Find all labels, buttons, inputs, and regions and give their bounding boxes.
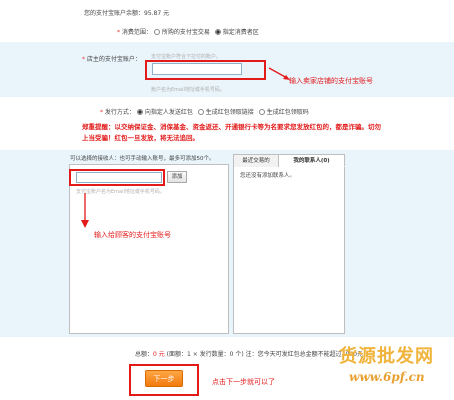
balance-row: 您的支付宝账户余额：95.87 元 bbox=[84, 8, 169, 17]
issue-radio-1[interactable] bbox=[197, 109, 204, 115]
total-detail: (面额：1 × 发行数量：0 个) bbox=[166, 351, 244, 358]
required-mark: * bbox=[100, 109, 103, 116]
issue-radio-0[interactable] bbox=[136, 109, 143, 115]
shop-account-annotation: 输入卖家店铺的支付宝账号 bbox=[289, 77, 373, 85]
shop-account-placeholder: 支付宝账户符合下拉付的账户。 bbox=[151, 54, 222, 60]
next-annotation: 点击下一步就可以了 bbox=[212, 378, 275, 386]
fraud-warning: 郑重提醒：以交纳保证金、消保基金、资金返还、开通银行卡等为名要求您发放红包的，都… bbox=[82, 123, 381, 142]
issue-option-2[interactable]: 生成红包领取码 bbox=[267, 109, 309, 116]
consume-radio-1[interactable] bbox=[214, 29, 221, 35]
recipient-annotation: 输入给顾客的支付宝账号 bbox=[94, 231, 171, 239]
recipient-highlight bbox=[69, 169, 165, 186]
arrow-down-icon bbox=[81, 193, 89, 228]
tab-recent[interactable]: 最近交易的 bbox=[234, 155, 279, 167]
issue-radio-2[interactable] bbox=[258, 109, 265, 115]
issue-method-row: * 发行方式： 向指定人发送红包 生成红包领取链接 生成红包领取码 bbox=[100, 107, 309, 116]
issue-option-0[interactable]: 向指定人发送红包 bbox=[145, 109, 193, 116]
watermark-url: www.6pf.cn bbox=[349, 370, 425, 384]
consume-range-row: * 消费范围： 所购的支付宝交易 指定消费者区 bbox=[117, 27, 259, 36]
consume-radio-0[interactable] bbox=[153, 29, 160, 35]
shop-account-hint: 账户名为Email地址或手机号码。 bbox=[151, 87, 225, 93]
arrow-icon bbox=[268, 67, 290, 80]
balance-value: 95.87 元 bbox=[144, 10, 170, 17]
consume-range-label: 消费范围： bbox=[121, 29, 152, 36]
contacts-panel: 最近交易的 我的联系人(0) 您还没有添加联系人。 bbox=[233, 154, 345, 334]
shop-account-highlight bbox=[145, 60, 266, 80]
balance-label: 您的支付宝账户余额： bbox=[84, 10, 145, 17]
contacts-empty-text: 您还没有添加联系人。 bbox=[240, 173, 296, 179]
total-row: 总额：0 元 (面额：1 × 发行数量：0 个) 注：您今天可发红包总金额不能超… bbox=[135, 349, 363, 358]
watermark-title: 货源批发网 bbox=[339, 346, 434, 367]
total-label: 总额： bbox=[135, 351, 154, 358]
shop-account-label-row: * 店主的支付宝账户： bbox=[82, 54, 141, 63]
consume-option-1[interactable]: 指定消费者区 bbox=[223, 29, 259, 36]
required-mark: * bbox=[82, 56, 85, 63]
consume-option-0[interactable]: 所购的支付宝交易 bbox=[162, 29, 210, 36]
issue-method-label: 发行方式： bbox=[104, 109, 135, 116]
next-button[interactable]: 下一步 bbox=[145, 370, 183, 387]
tab-my-contacts[interactable]: 我的联系人(0) bbox=[279, 155, 345, 167]
total-amount: 0 元 bbox=[153, 351, 165, 358]
issue-option-1[interactable]: 生成红包领取链接 bbox=[206, 109, 254, 116]
add-button[interactable]: 添加 bbox=[167, 171, 187, 183]
shop-account-label: 店主的支付宝账户： bbox=[86, 56, 141, 63]
recipients-instruction: 可以选择的接收人：也可手动输入账号，最多可添加50个。 bbox=[70, 156, 215, 162]
required-mark: * bbox=[117, 29, 120, 36]
